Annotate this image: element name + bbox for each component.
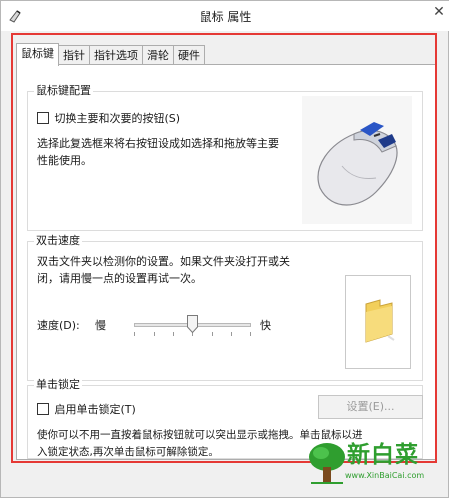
- double-click-desc-line2: 闭，请用慢一点的设置再试一次。: [37, 272, 202, 285]
- click-lock-checkbox[interactable]: 启用单击锁定(T): [37, 401, 136, 417]
- slider-tick: [154, 332, 155, 336]
- mouse-illustration-icon: [317, 122, 398, 206]
- slider-tick: [134, 332, 135, 336]
- double-click-description: 双击文件夹以检测你的设置。如果文件夹没打开或关 闭，请用慢一点的设置再试一次。: [37, 253, 337, 287]
- tab-panel: 鼠标键配置 切换主要和次要的按钮(S) 选择此复选框来将右按钮设成如选择和拖放等…: [16, 64, 436, 460]
- click-lock-title: 单击锁定: [34, 378, 82, 392]
- tab-strip: 鼠标键 指针 指针选项 滑轮 硬件: [16, 43, 205, 66]
- button-config-desc-line1: 选择此复选框来将右按钮设成如选择和拖放等主要: [37, 137, 279, 150]
- switch-buttons-box[interactable]: [37, 112, 49, 124]
- speed-slider-thumb[interactable]: [187, 315, 198, 333]
- close-button[interactable]: ✕: [428, 1, 449, 23]
- slow-label: 慢: [95, 319, 106, 332]
- mouse-properties-window: 鼠标 属性 ✕ 鼠标键 指针 指针选项 滑轮 硬件 鼠标键配置 切换主要和次要的…: [0, 0, 449, 498]
- folder-icon[interactable]: [346, 276, 412, 370]
- title-bar: 鼠标 属性 ✕: [1, 1, 449, 31]
- watermark: 新白菜 www.XinBaiCai.com: [305, 433, 449, 495]
- tab-pointers[interactable]: 指针: [58, 45, 90, 65]
- fast-label: 快: [260, 319, 271, 332]
- switch-buttons-label[interactable]: 切换主要和次要的按钮(S): [55, 112, 181, 125]
- close-icon: ✕: [433, 4, 445, 20]
- tab-pointer-options[interactable]: 指针选项: [89, 45, 143, 65]
- click-lock-settings-button[interactable]: 设置(E)...: [318, 395, 423, 419]
- slider-tick: [212, 332, 213, 336]
- watermark-brand: 新白菜: [347, 441, 419, 468]
- double-click-desc-line1: 双击文件夹以检测你的设置。如果文件夹没打开或关: [37, 255, 290, 268]
- mouse-image: [302, 96, 412, 224]
- button-config-description: 选择此复选框来将右按钮设成如选择和拖放等主要 性能使用。: [37, 135, 297, 169]
- window-title: 鼠标 属性: [199, 10, 252, 24]
- tab-wheel[interactable]: 滑轮: [142, 45, 174, 65]
- click-lock-box[interactable]: [37, 403, 49, 415]
- double-click-title: 双击速度: [34, 234, 82, 248]
- button-config-title: 鼠标键配置: [34, 84, 93, 98]
- switch-buttons-checkbox[interactable]: 切换主要和次要的按钮(S): [37, 110, 180, 126]
- cabbage-logo-icon: [309, 443, 345, 484]
- test-folder-area[interactable]: [345, 275, 411, 369]
- button-config-desc-line2: 性能使用。: [37, 154, 92, 167]
- speed-label: 速度(D):: [37, 319, 80, 332]
- slider-tick: [173, 332, 174, 336]
- click-lock-label[interactable]: 启用单击锁定(T): [55, 403, 136, 416]
- slider-tick: [231, 332, 232, 336]
- tab-buttons[interactable]: 鼠标键: [16, 43, 59, 66]
- watermark-url: www.XinBaiCai.com: [345, 471, 425, 480]
- slider-tick: [250, 332, 251, 336]
- tab-hardware[interactable]: 硬件: [173, 45, 205, 65]
